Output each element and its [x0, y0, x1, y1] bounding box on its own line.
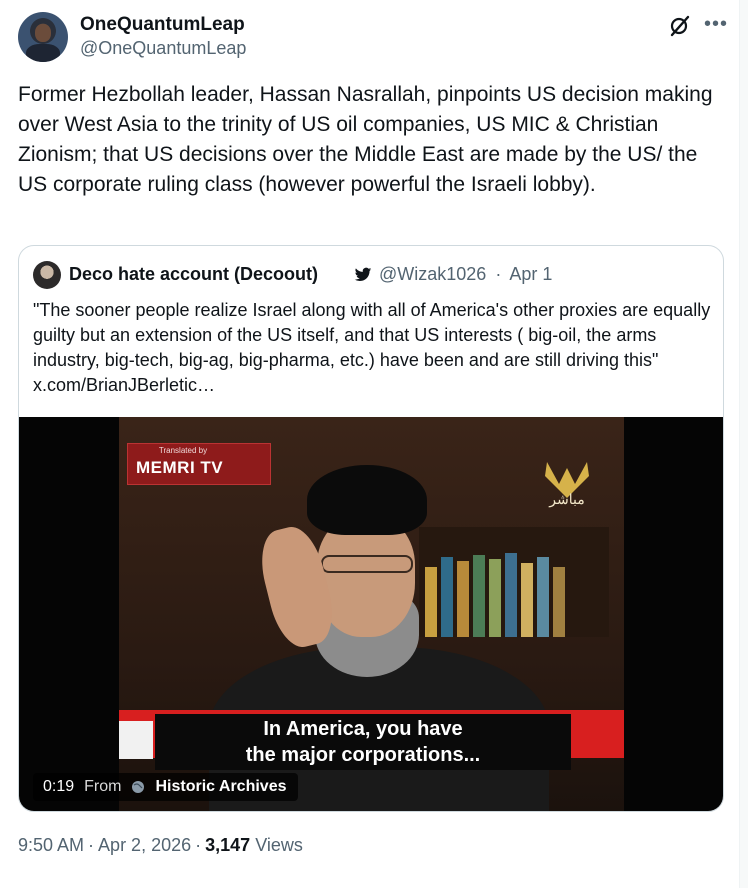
- avatar-face: [35, 24, 51, 42]
- quoted-author-name[interactable]: Deco hate account (Decoout): [69, 264, 318, 285]
- video-from-label: From: [84, 778, 122, 795]
- speaker-turban: [307, 465, 427, 535]
- quoted-author-handle[interactable]: @Wizak1026: [379, 264, 486, 284]
- subtitle-line-1: In America, you have: [263, 718, 463, 740]
- separator-dot: ·: [195, 835, 202, 855]
- video-meta-overlay: 0:19 From Historic Archives: [33, 773, 299, 801]
- scrollbar[interactable]: [740, 0, 748, 888]
- post-date[interactable]: Apr 2, 2026: [98, 835, 191, 855]
- separator-dot: ·: [88, 835, 95, 855]
- subtitle-white-block: [119, 721, 153, 759]
- separator-dot: ·: [495, 264, 502, 284]
- quoted-post[interactable]: Deco hate account (Decoout) @Wizak1026 ·…: [18, 245, 724, 812]
- memri-tv-badge: Translated by MEMRI TV: [127, 443, 271, 485]
- avatar-body: [26, 44, 60, 62]
- author-handle[interactable]: @OneQuantumLeap: [80, 38, 246, 59]
- quoted-post-date[interactable]: Apr 1: [509, 264, 552, 284]
- author-avatar[interactable]: [18, 12, 68, 62]
- memri-badge-label: MEMRI TV: [136, 458, 224, 477]
- views-label[interactable]: Views: [255, 835, 303, 855]
- speaker-glasses: [321, 555, 413, 573]
- subtitle-line-2: the major corporations...: [245, 744, 481, 766]
- post-time[interactable]: 9:50 AM: [18, 835, 84, 855]
- video-subtitle: In America, you have the major corporati…: [155, 714, 571, 768]
- twitter-bird-icon: [354, 267, 372, 282]
- globe-icon: [132, 781, 145, 793]
- quoted-author-avatar[interactable]: [33, 261, 61, 289]
- channel-live-label: مباشر: [549, 491, 585, 507]
- quoted-post-header: Deco hate account (Decoout) @Wizak1026 ·…: [33, 260, 713, 290]
- video-player[interactable]: Translated by MEMRI TV مباشر In America,…: [19, 417, 723, 811]
- memri-badge-caption: Translated by: [158, 446, 208, 455]
- grok-icon[interactable]: [668, 14, 692, 38]
- quoted-post-text: "The sooner people realize Israel along …: [33, 300, 711, 395]
- post-footer: 9:50 AM · Apr 2, 2026 · 3,147 Views: [18, 835, 303, 856]
- column-divider: [739, 0, 740, 888]
- video-frame: Translated by MEMRI TV مباشر In America,…: [119, 417, 624, 811]
- views-count[interactable]: 3,147: [205, 835, 250, 855]
- video-source-link[interactable]: Historic Archives: [155, 778, 286, 796]
- quoted-author-meta: @Wizak1026 · Apr 1: [379, 264, 552, 285]
- author-name[interactable]: OneQuantumLeap: [80, 14, 245, 36]
- bookshelf: [419, 527, 609, 637]
- more-icon[interactable]: •••: [704, 14, 730, 38]
- post-text: Former Hezbollah leader, Hassan Nasralla…: [18, 83, 713, 196]
- video-duration: 0:19: [43, 778, 75, 795]
- post-header: OneQuantumLeap @OneQuantumLeap •••: [18, 12, 730, 64]
